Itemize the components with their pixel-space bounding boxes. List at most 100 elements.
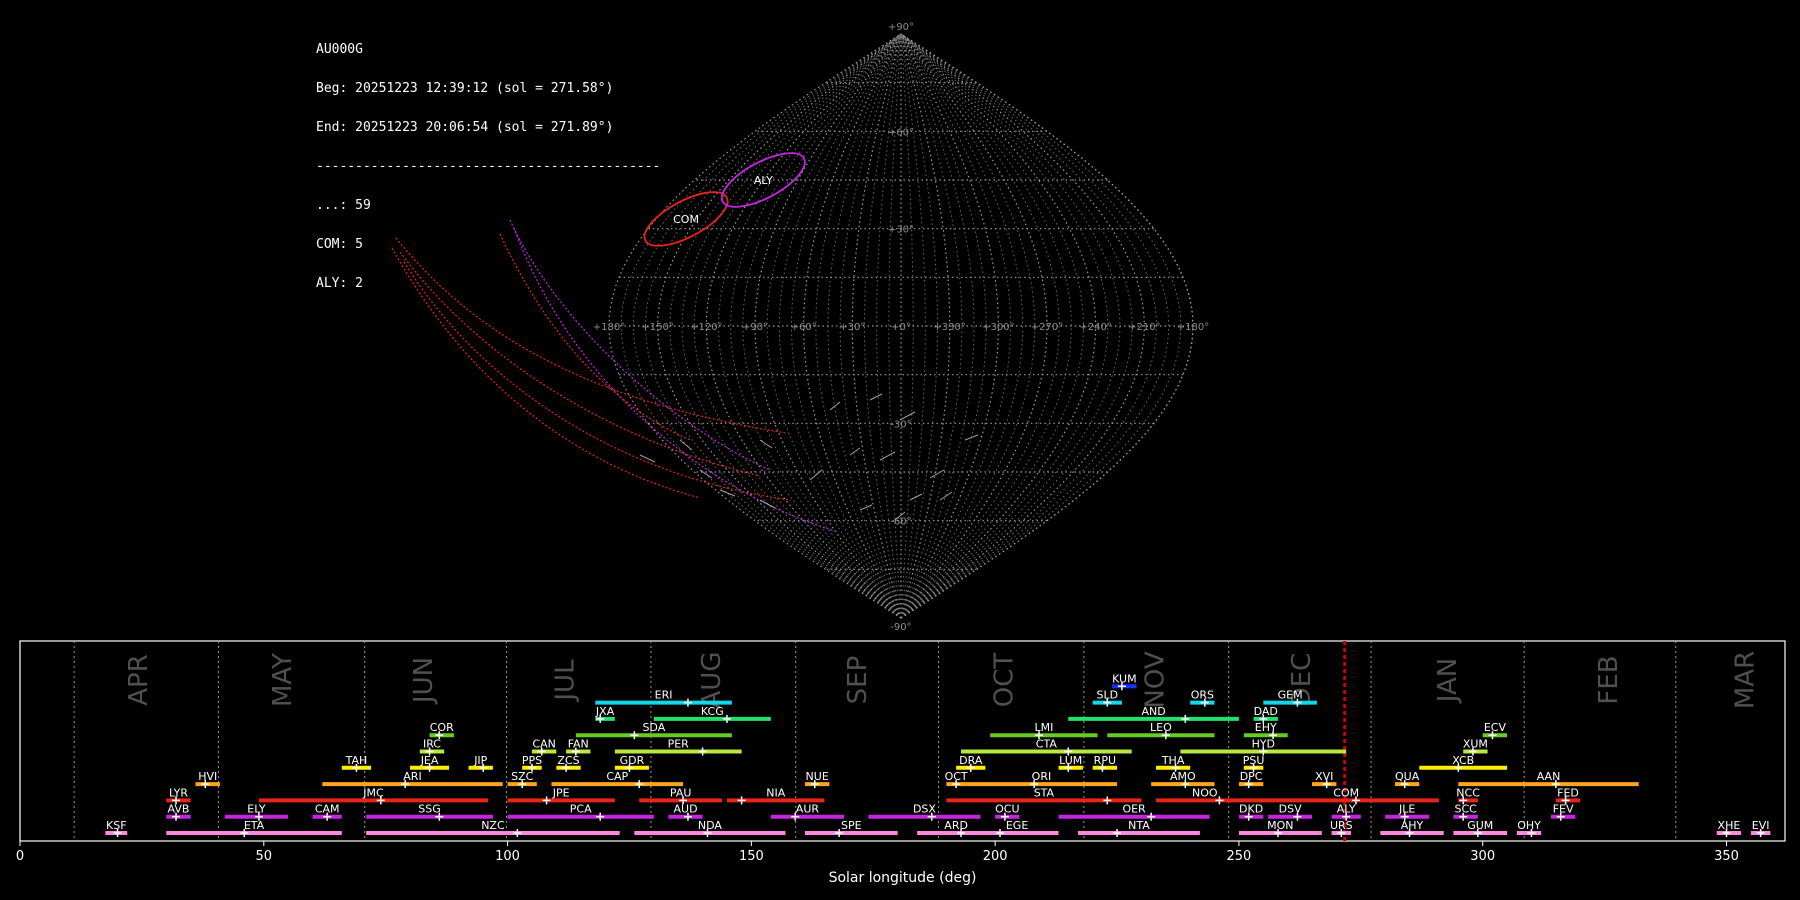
shower-label-ssg: SSG [418, 803, 441, 816]
shower-label-rpu: RPU [1094, 754, 1116, 767]
shower-label-jxa: JXA [595, 705, 615, 718]
shower-timeline: APR MAY JUN JUL AUG SEP OCT NOV DEC JAN FEB MARKSF E… [16, 640, 1786, 886]
shower-label-nia: NIA [766, 786, 785, 799]
shower-label-ely: ELY [247, 803, 266, 816]
shower-label-mon: MON [1267, 819, 1293, 832]
shower-label-hvi: HVI [198, 770, 217, 783]
shower-label-nda: NDA [698, 819, 723, 832]
shower-label-zcs: ZCS [557, 754, 579, 767]
month-label-jul: JUL [551, 659, 581, 703]
shower-label-lmi: LMI [1034, 721, 1053, 734]
shower-label-jle: JLE [1398, 803, 1415, 816]
shower-label-sld: SLD [1096, 689, 1118, 702]
shower-label-psu: PSU [1243, 754, 1265, 767]
shower-label-aud: AUD [674, 803, 698, 816]
x-tick-label: 350 [1714, 849, 1739, 864]
shower-label-avb: AVB [168, 803, 190, 816]
shower-label-per: PER [668, 738, 690, 751]
shower-label-ohy: OHY [1517, 819, 1541, 832]
x-tick-label: 100 [495, 849, 520, 864]
shower-label-aur: AUR [796, 803, 820, 816]
shower-label-gdr: GDR [620, 754, 645, 767]
shower-label-xum: XUM [1463, 738, 1488, 751]
shower-label-spe: SPE [841, 819, 862, 832]
shower-label-ori: ORI [1032, 770, 1052, 783]
shower-label-nta: NTA [1128, 819, 1150, 832]
shower-label-com: COM [1333, 786, 1359, 799]
month-label-nov: NOV [1141, 651, 1171, 708]
shower-label-tha: THA [1161, 754, 1185, 767]
shower-label-amo: AMO [1170, 770, 1196, 783]
shower-label-ehy: EHY [1255, 721, 1277, 734]
shower-label-fed: FED [1557, 786, 1579, 799]
shower-label-eri: ERI [655, 689, 673, 702]
month-label-sep: SEP [843, 656, 873, 705]
shower-label-ors: ORS [1191, 689, 1214, 702]
shower-label-kcg: KCG [701, 705, 724, 718]
shower-label-leo: LEO [1150, 721, 1172, 734]
shower-label-pps: PPS [522, 754, 542, 767]
shower-label-lyr: LYR [169, 786, 188, 799]
shower-label-jip: JIP [473, 754, 487, 767]
x-tick-label: 0 [16, 849, 24, 864]
shower-label-urs: URS [1330, 819, 1353, 832]
shower-label-oer: OER [1122, 803, 1146, 816]
shower-label-tah: TAH [345, 754, 368, 767]
shower-label-dpc: DPC [1240, 770, 1263, 783]
shower-label-pau: PAU [670, 786, 692, 799]
shower-label-scc: SCC [1454, 803, 1477, 816]
x-tick-label: 50 [256, 849, 273, 864]
x-tick-label: 150 [739, 849, 764, 864]
shower-label-ncc: NCC [1456, 786, 1480, 799]
x-axis-label: Solar longitude (deg) [829, 870, 977, 886]
month-label-jan: JAN [1433, 658, 1463, 704]
month-label-feb: FEB [1594, 655, 1624, 704]
shower-label-cor: COR [430, 721, 454, 734]
shower-label-evi: EVI [1752, 819, 1770, 832]
shower-label-irc: IRC [423, 738, 441, 751]
shower-label-jpe: JPE [552, 786, 570, 799]
shower-label-lum: LUM [1059, 754, 1082, 767]
month-label-mar: MAR [1730, 651, 1760, 709]
shower-label-jmc: JMC [362, 786, 384, 799]
x-tick-label: 200 [983, 849, 1008, 864]
shower-label-gum: GUM [1467, 819, 1493, 832]
shower-label-pca: PCA [570, 803, 592, 816]
shower-label-sda: SDA [642, 721, 665, 734]
month-label-may: MAY [268, 653, 298, 707]
shower-label-nue: NUE [806, 770, 829, 783]
shower-label-cap: CAP [606, 770, 628, 783]
shower-label-qua: QUA [1395, 770, 1420, 783]
shower-label-aly: ALY [1337, 803, 1356, 816]
shower-label-sta: STA [1034, 786, 1055, 799]
shower-label-jea: JEA [420, 754, 439, 767]
shower-label-dsx: DSX [913, 803, 936, 816]
shower-label-fev: FEV [1553, 803, 1574, 816]
shower-label-dra: DRA [959, 754, 983, 767]
shower-label-eta: ETA [244, 819, 265, 832]
shower-label-nzc: NZC [481, 819, 505, 832]
shower-label-can: CAN [532, 738, 555, 751]
shower-label-ahy: AHY [1401, 819, 1424, 832]
shower-label-ocu: OCU [995, 803, 1019, 816]
shower-label-ksf: KSF [106, 819, 127, 832]
shower-label-fan: FAN [568, 738, 589, 751]
shower-label-ecv: ECV [1484, 721, 1507, 734]
month-label-oct: OCT [989, 653, 1019, 708]
month-label-jun: JUN [409, 657, 439, 705]
shower-label-xcb: XCB [1452, 754, 1474, 767]
shower-label-ard: ARD [944, 819, 968, 832]
shower-label-gem: GEM [1278, 689, 1303, 702]
shower-label-noo: NOO [1192, 786, 1218, 799]
shower-label-oct: OCT [945, 770, 968, 783]
shower-label-kum: KUM [1112, 672, 1136, 685]
shower-label-dsv: DSV [1279, 803, 1302, 816]
shower-label-aan: AAN [1537, 770, 1561, 783]
shower-label-dad: DAD [1254, 705, 1278, 718]
shower-label-ege: EGE [1006, 819, 1028, 832]
shower-label-szc: SZC [511, 770, 534, 783]
month-label-aug: AUG [697, 652, 727, 709]
shower-label-cta: CTA [1036, 738, 1058, 751]
shower-label-dkd: DKD [1239, 803, 1263, 816]
shower-label-ari: ARI [403, 770, 421, 783]
